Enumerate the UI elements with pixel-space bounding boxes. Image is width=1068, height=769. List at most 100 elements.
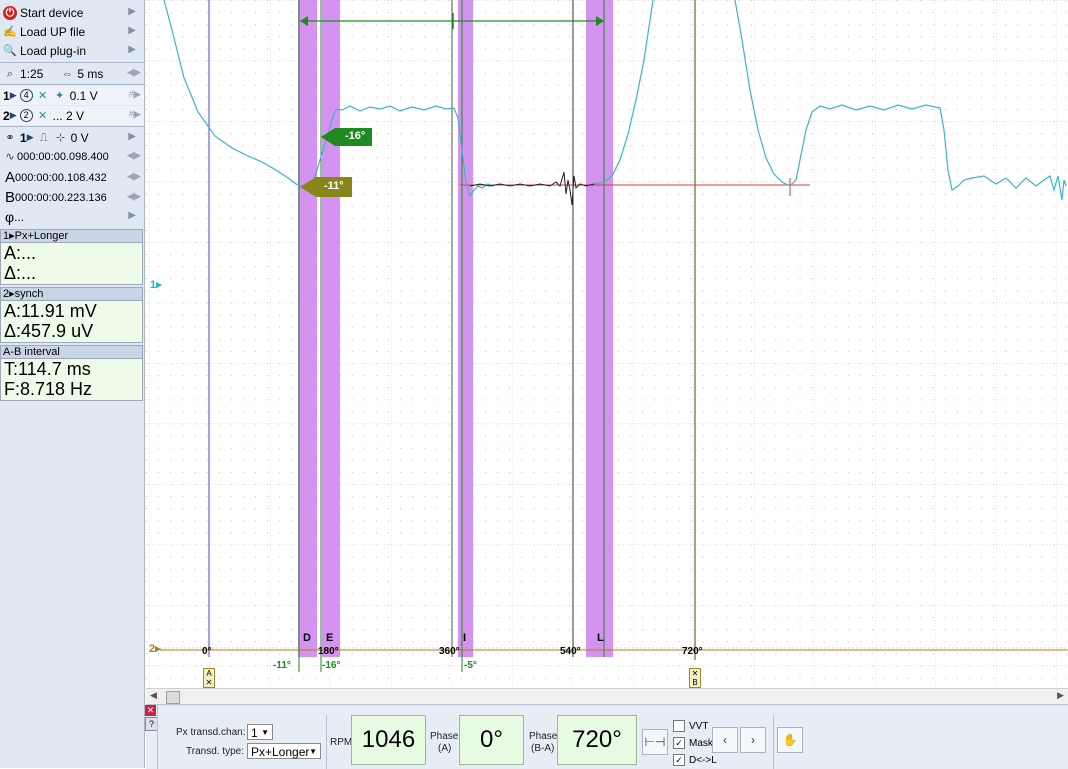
panel-ch2-header: 2▸synch: [0, 287, 143, 301]
dl-checkbox[interactable]: ✓ D<->L: [673, 754, 717, 766]
divider: [0, 126, 144, 127]
chevron-right-icon: ▶: [128, 44, 136, 55]
dl-label: D<->L: [689, 754, 717, 766]
zoom-value: 1:25: [20, 66, 44, 81]
trigger-edge-icon: ⎍: [39, 131, 48, 144]
arrow-icon: ▶: [9, 90, 17, 100]
channel-2-row[interactable]: 2 ▶ 2 ✕ ... 2 V #|▶: [0, 106, 144, 125]
probe-icon: ✦: [55, 89, 65, 102]
power-icon: ⏻: [3, 5, 17, 20]
cursor-b-value: 000:00:00.223.136: [15, 191, 107, 204]
phase-a-display: 0°: [459, 715, 524, 765]
dl-check-icon: ✓: [673, 754, 685, 766]
transd-type-label: Transd. type:: [186, 746, 244, 757]
channel-1-row[interactable]: 1 ▶ 4 ✕ ✦ 0.1 V #|▶: [0, 86, 144, 105]
horizontal-scrollbar[interactable]: ◀ ▶: [146, 688, 1068, 705]
panel-ch2-delta: Δ:457.9 uV: [4, 321, 94, 341]
cursor-b-row[interactable]: B 000:00:00.223.136 ◀|▶: [0, 188, 144, 207]
dropdown-icon: ▼: [261, 728, 269, 737]
trigger-channel: 1: [20, 130, 27, 145]
trigger-row[interactable]: ⚭ 1 ▶ ⎍ ⊹ 0 V ▶: [0, 128, 144, 147]
flag-m16-label: -16°: [345, 130, 366, 142]
marker-l-label: L: [597, 632, 604, 644]
scroll-right-icon[interactable]: ▶: [1057, 690, 1064, 701]
start-device-item[interactable]: ⏻ Start device ▶: [0, 3, 144, 22]
px-transd-chan-select[interactable]: 1 ▼: [247, 724, 273, 740]
scope-svg: [146, 0, 1068, 688]
ch2-volts: ... 2 V: [52, 108, 84, 123]
angle-720-label: 720°: [682, 646, 703, 657]
stepper-icon[interactable]: ◀|▶: [127, 171, 141, 182]
marker-band-d: [298, 0, 317, 657]
cursor-a-tag: A: [206, 669, 212, 678]
mask-check-icon: ✓: [673, 737, 685, 749]
magnifier-icon: ⌕: [6, 67, 14, 80]
cursor-a-label: A: [5, 169, 16, 186]
panel-ch1-delta: Δ:...: [4, 263, 37, 283]
transd-type-select[interactable]: Px+Longer ▼: [247, 743, 321, 759]
phi-label: φ: [5, 208, 15, 225]
ch2-zero-marker[interactable]: 2▸: [149, 642, 161, 655]
angle-m16-label: -16°: [322, 660, 341, 671]
chevron-right-icon: ▶: [128, 6, 136, 17]
cursor-b-handle[interactable]: ✕ B: [689, 668, 701, 688]
marker-band-l: [586, 0, 613, 657]
angle-m11-label: -11°: [273, 660, 291, 671]
phase-ba-label: Phase:: [529, 731, 561, 742]
ch2-number: 2: [3, 108, 10, 123]
hand-tool-icon[interactable]: ✋: [777, 727, 803, 753]
phi-value: ...: [14, 209, 25, 224]
phase-ba-display: 720°: [557, 715, 637, 765]
stepper-icon[interactable]: ◀|▶: [127, 191, 141, 202]
trigger-level-value: 0 V: [70, 130, 89, 145]
scroll-thumb[interactable]: [166, 691, 180, 704]
vvt-checkbox[interactable]: VVT: [673, 720, 708, 732]
phase-a-label: Phase:: [430, 731, 462, 742]
divider: [0, 84, 144, 85]
load-plugin-item[interactable]: 🔍 Load plug-in ▶: [0, 41, 144, 60]
stepper-icon[interactable]: #|▶: [129, 109, 141, 120]
flag-m11-label: -11°: [324, 180, 344, 192]
panel-ab-frequency: F:8.718 Hz: [4, 379, 93, 399]
sidebar: ⏻ Start device ▶ ✍ Load UP file ▶ 🔍 Load…: [0, 0, 145, 768]
marker-d-label: D: [303, 632, 311, 644]
prev-button[interactable]: ‹: [712, 727, 738, 753]
panel-ch1-a: A:...: [4, 243, 37, 263]
start-device-label: Start device: [20, 5, 84, 20]
divider: [0, 62, 144, 63]
d360l-icon[interactable]: ⊢⊣: [642, 729, 668, 755]
chevron-right-icon: ▶: [128, 210, 136, 221]
trigger-level-icon: ⊹: [56, 131, 66, 144]
plugin-icon: 🔍: [3, 44, 17, 57]
trigger-time-row[interactable]: ∿ 000:00:00.098.400 ◀|▶: [0, 147, 144, 166]
stepper-icon[interactable]: ◀|▶: [127, 67, 141, 78]
zoom-time-row[interactable]: ⌕ 1:25 ⇔ 5 ms ◀|▶: [0, 64, 144, 83]
marker-band-i: [458, 0, 473, 657]
panel-ab-body: T:114.7 ms F:8.718 Hz: [0, 359, 143, 401]
next-button[interactable]: ›: [740, 727, 766, 753]
stepper-icon[interactable]: ◀|▶: [127, 150, 141, 161]
ch1-volts: 0.1 V: [69, 88, 98, 103]
angle-540-label: 540°: [560, 646, 581, 657]
ch1-range-icon: 4: [19, 89, 33, 102]
angle-0-label: 0°: [202, 646, 212, 657]
phi-row[interactable]: φ ... ▶: [0, 207, 144, 226]
stepper-icon[interactable]: #|▶: [129, 89, 141, 100]
close-icon[interactable]: ✕: [145, 705, 156, 716]
rpm-display: 1046: [351, 715, 426, 765]
vvt-label: VVT: [689, 720, 709, 732]
oscilloscope-view[interactable]: -16° -11° 1▸ 2▸ D E I L 0° 180° 360° 540…: [146, 0, 1068, 688]
angle-m5-label: -5°: [464, 660, 477, 671]
marker-e-label: E: [326, 632, 334, 644]
chevron-right-icon: ▶: [128, 131, 136, 142]
cursor-a-value: 000:00:00.108.432: [15, 171, 107, 184]
ch1-zero-marker[interactable]: 1▸: [150, 278, 162, 291]
load-up-file-item[interactable]: ✍ Load UP file ▶: [0, 22, 144, 41]
mask-label: Mask: [689, 737, 713, 749]
mask-checkbox[interactable]: ✓ Mask: [673, 737, 713, 749]
panel-ch2-body: A:11.91 mV Δ:457.9 uV: [0, 301, 143, 343]
scroll-left-icon[interactable]: ◀: [150, 690, 157, 701]
cursor-b-label: B: [5, 189, 16, 206]
cursor-a-row[interactable]: A 000:00:00.108.432 ◀|▶: [0, 168, 144, 187]
cursor-a-handle[interactable]: A ✕: [203, 668, 215, 688]
